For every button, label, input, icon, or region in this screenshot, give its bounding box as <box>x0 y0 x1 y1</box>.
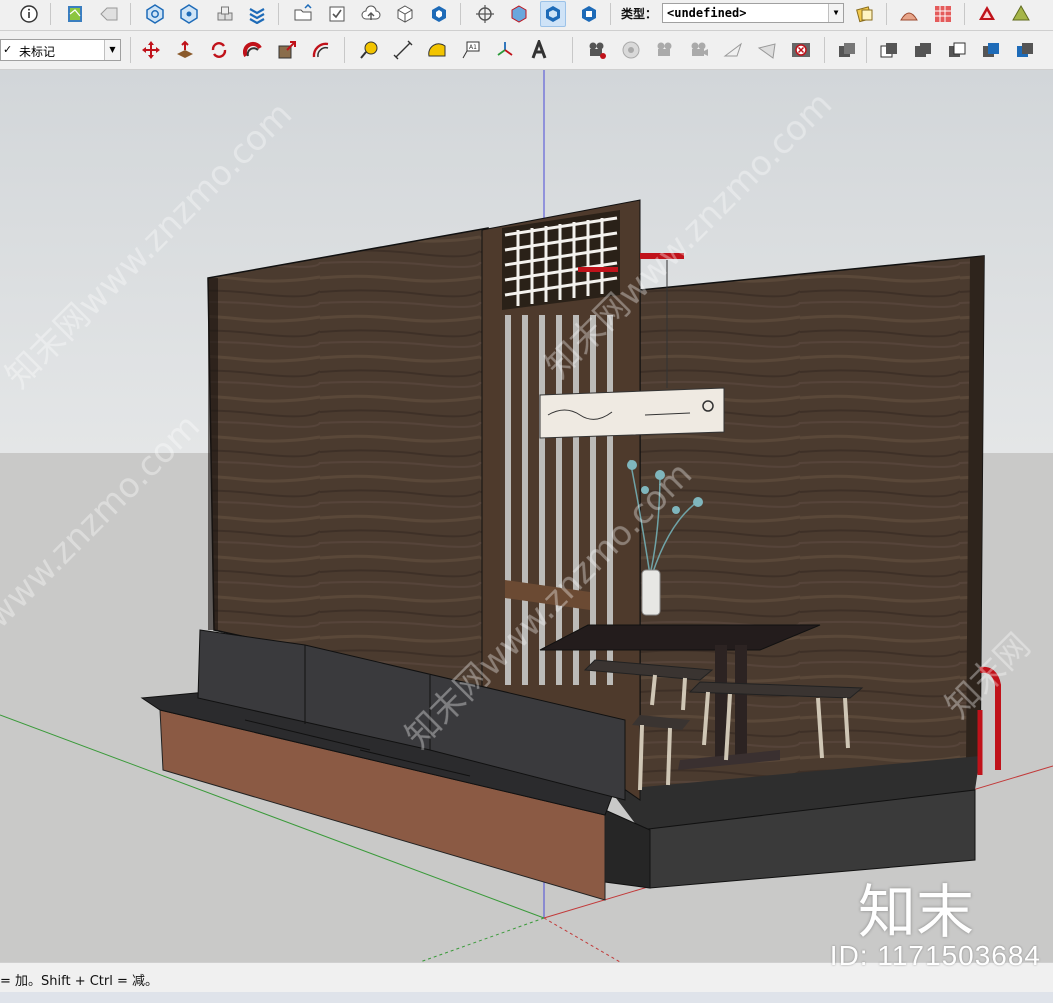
delete-camera-icon[interactable] <box>788 37 814 63</box>
position-camera-icon[interactable] <box>584 37 610 63</box>
section-display-icon[interactable] <box>540 1 566 27</box>
outer-shell-icon[interactable] <box>834 37 860 63</box>
type-dropdown[interactable]: <undefined> ▼ <box>662 3 844 23</box>
advanced-camera-icon[interactable] <box>720 37 746 63</box>
follow-me-icon[interactable] <box>240 37 266 63</box>
camera-icon[interactable] <box>686 37 712 63</box>
check-icon: ✓ <box>3 43 13 56</box>
boxes-icon[interactable] <box>212 1 238 27</box>
axes-icon[interactable] <box>492 37 518 63</box>
protractor-icon[interactable] <box>424 37 450 63</box>
layers-stack-icon[interactable] <box>244 1 270 27</box>
trim-icon[interactable] <box>978 37 1004 63</box>
stamp-icon[interactable] <box>1008 1 1034 27</box>
watermark-id: ID: 1171503684 <box>829 940 1041 971</box>
component-settings-icon[interactable] <box>176 1 202 27</box>
smoove-icon[interactable] <box>974 1 1000 27</box>
cloud-upload-icon[interactable] <box>358 1 384 27</box>
tag-dropdown-value: 未标记 <box>19 45 56 59</box>
section-plane-icon[interactable] <box>472 1 498 27</box>
classifier-icon[interactable] <box>852 1 878 27</box>
watermark-logo: 知末 <box>858 878 975 946</box>
component-gear-icon[interactable] <box>142 1 168 27</box>
tag-dropdown[interactable]: ✓ 未标记 ▼ <box>0 39 121 61</box>
sandbox-grid-icon[interactable] <box>930 1 956 27</box>
extension-icon[interactable] <box>426 1 452 27</box>
rotate-icon[interactable] <box>206 37 232 63</box>
look-around-icon[interactable] <box>652 37 678 63</box>
status-message: = 加。Shift + Ctrl = 减。 <box>0 974 159 989</box>
open-folder-icon[interactable] <box>290 1 316 27</box>
checklist-icon[interactable] <box>324 1 350 27</box>
text-icon[interactable]: A1 <box>458 37 484 63</box>
tape-measure-icon[interactable] <box>356 37 382 63</box>
type-dropdown-value: <undefined> <box>667 6 747 20</box>
taskbar <box>0 992 1053 1003</box>
svg-text:A1: A1 <box>469 44 477 51</box>
subtract-icon[interactable] <box>944 37 970 63</box>
scene-render: 知末网www.znzmo.com 知末网www.znzmo.com www.zn… <box>0 70 1053 962</box>
map-book-icon[interactable] <box>62 1 88 27</box>
chevron-down-icon: ▼ <box>828 4 843 22</box>
entity-info-icon[interactable] <box>16 1 42 27</box>
toolbar-row-1: 类型： <undefined> ▼ <box>0 0 1053 31</box>
3d-box-icon[interactable] <box>392 1 418 27</box>
camera-frustum-icon[interactable] <box>754 37 780 63</box>
split-icon[interactable] <box>1012 37 1038 63</box>
chevron-down-icon: ▼ <box>104 40 120 60</box>
type-label: 类型： <box>621 7 658 21</box>
section-cut-icon[interactable] <box>506 1 532 27</box>
sandbox-contours-icon[interactable] <box>896 1 922 27</box>
dimension-icon[interactable] <box>390 37 416 63</box>
tag-icon[interactable] <box>96 1 122 27</box>
section-fill-icon[interactable] <box>576 1 602 27</box>
push-pull-icon[interactable] <box>172 37 198 63</box>
intersect-icon[interactable] <box>876 37 902 63</box>
offset-icon[interactable] <box>308 37 334 63</box>
toolbar-row-2: ✓ 未标记 ▼ A1 <box>0 31 1053 70</box>
move-icon[interactable] <box>138 37 164 63</box>
walk-icon[interactable] <box>618 37 644 63</box>
3d-text-icon[interactable] <box>526 37 552 63</box>
model-viewport[interactable]: 知末网www.znzmo.com 知末网www.znzmo.com www.zn… <box>0 70 1053 962</box>
union-icon[interactable] <box>910 37 936 63</box>
scale-icon[interactable] <box>274 37 300 63</box>
